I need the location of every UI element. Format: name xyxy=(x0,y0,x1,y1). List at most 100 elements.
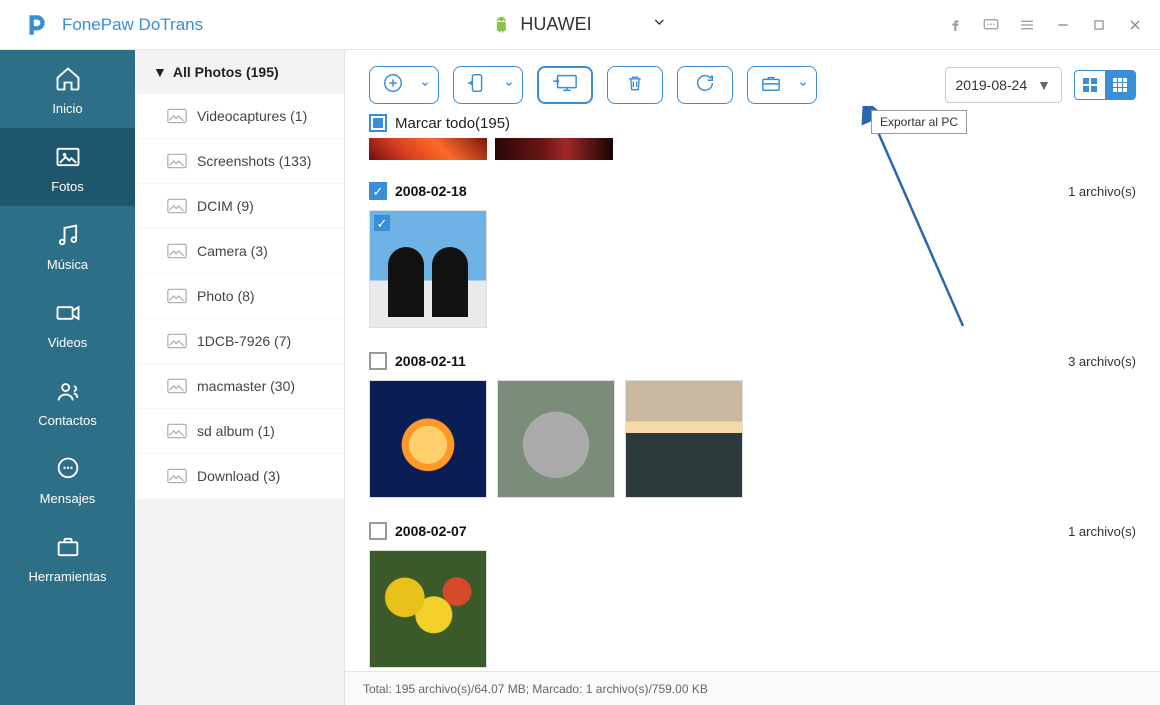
date-picker[interactable]: 2019-08-24 ▼ xyxy=(945,67,1062,103)
menu-icon[interactable] xyxy=(1010,8,1044,42)
group-count: 1 archivo(s) xyxy=(1068,524,1136,539)
trash-icon xyxy=(625,72,645,99)
maximize-button[interactable] xyxy=(1082,8,1116,42)
app-logo xyxy=(22,11,50,39)
folder-photo-icon xyxy=(167,333,187,349)
phone-export-icon xyxy=(454,72,496,99)
view-large-grid[interactable] xyxy=(1075,71,1105,99)
sidebar-header-label: All Photos (195) xyxy=(173,64,279,80)
sidebar-item[interactable]: Videocaptures (1) xyxy=(135,94,344,139)
nav-videos[interactable]: Videos xyxy=(0,284,135,362)
folder-photo-icon xyxy=(167,108,187,124)
refresh-icon xyxy=(694,72,716,99)
group-checkbox[interactable] xyxy=(369,522,387,540)
thumbnail[interactable] xyxy=(495,138,613,160)
add-button[interactable] xyxy=(369,66,439,104)
nav-musica[interactable]: Música xyxy=(0,206,135,284)
date-value: 2019-08-24 xyxy=(956,77,1028,93)
sidebar-item[interactable]: sd album (1) xyxy=(135,409,344,454)
android-icon xyxy=(492,15,510,35)
thumbnail[interactable] xyxy=(369,550,487,668)
delete-button[interactable] xyxy=(607,66,663,104)
pc-export-icon xyxy=(552,72,578,99)
sidebar-item-label: 1DCB-7926 (7) xyxy=(197,333,291,349)
nav-label: Herramientas xyxy=(28,569,106,584)
sidebar-item-label: Download (3) xyxy=(197,468,280,484)
photo-icon xyxy=(52,141,84,173)
app-title: FonePaw DoTrans xyxy=(62,15,203,35)
content-area: 2019-08-24 ▼ Exportar al PC Marcar todo(… xyxy=(345,50,1160,705)
thumbnail[interactable] xyxy=(369,138,487,160)
nav-mensajes[interactable]: Mensajes xyxy=(0,440,135,518)
titlebar: FonePaw DoTrans HUAWEI xyxy=(0,0,1160,50)
thumbnail[interactable] xyxy=(369,380,487,498)
minimize-button[interactable] xyxy=(1046,8,1080,42)
nav-label: Videos xyxy=(48,335,88,350)
group-date: 2008-02-07 xyxy=(395,523,467,539)
folder-photo-icon xyxy=(167,243,187,259)
thumbnail[interactable] xyxy=(369,210,487,328)
select-all-checkbox[interactable] xyxy=(369,114,387,132)
group-count: 3 archivo(s) xyxy=(1068,354,1136,369)
thumbnail[interactable] xyxy=(625,380,743,498)
sidebar-item-label: macmaster (30) xyxy=(197,378,295,394)
status-bar: Total: 195 archivo(s)/64.07 MB; Marcado:… xyxy=(345,671,1160,705)
photo-scroll[interactable]: 2008-02-18 1 archivo(s) 2008-02-11 3 arc… xyxy=(345,138,1160,671)
group-checkbox[interactable] xyxy=(369,182,387,200)
nav-fotos[interactable]: Fotos xyxy=(0,128,135,206)
briefcase-icon xyxy=(748,73,790,98)
album-sidebar: ▼ All Photos (195) Videocaptures (1) Scr… xyxy=(135,50,345,705)
sidebar-item[interactable]: Download (3) xyxy=(135,454,344,499)
nav-inicio[interactable]: Inicio xyxy=(0,50,135,128)
export-to-device-button[interactable] xyxy=(453,66,523,104)
group-count: 1 archivo(s) xyxy=(1068,184,1136,199)
nav-contactos[interactable]: Contactos xyxy=(0,362,135,440)
folder-photo-icon xyxy=(167,423,187,439)
tooltip-export-pc: Exportar al PC xyxy=(871,110,967,134)
triangle-down-icon: ▼ xyxy=(153,64,167,80)
device-selector[interactable]: HUAWEI xyxy=(492,14,667,35)
toolbox-button[interactable] xyxy=(747,66,817,104)
group-date: 2008-02-11 xyxy=(395,353,466,369)
plus-circle-icon xyxy=(370,72,412,99)
thumb-checkbox[interactable] xyxy=(374,215,390,231)
status-text: Total: 195 archivo(s)/64.07 MB; Marcado:… xyxy=(363,682,708,696)
nav-label: Música xyxy=(47,257,88,272)
chevron-down-icon xyxy=(790,76,816,94)
tools-icon xyxy=(52,531,84,563)
sidebar-item-label: Videocaptures (1) xyxy=(197,108,307,124)
sidebar-header[interactable]: ▼ All Photos (195) xyxy=(135,50,344,94)
sidebar-item[interactable]: Screenshots (133) xyxy=(135,139,344,184)
group-checkbox[interactable] xyxy=(369,352,387,370)
contacts-icon xyxy=(52,375,84,407)
folder-photo-icon xyxy=(167,198,187,214)
sidebar-item[interactable]: macmaster (30) xyxy=(135,364,344,409)
nav-label: Contactos xyxy=(38,413,97,428)
photo-group: 2008-02-18 1 archivo(s) xyxy=(369,176,1136,328)
facebook-icon[interactable] xyxy=(938,8,972,42)
video-icon xyxy=(52,297,84,329)
nav-label: Inicio xyxy=(52,101,82,116)
chevron-down-icon xyxy=(412,76,438,94)
refresh-button[interactable] xyxy=(677,66,733,104)
sidebar-item[interactable]: DCIM (9) xyxy=(135,184,344,229)
music-icon xyxy=(52,219,84,251)
sidebar-item[interactable]: Camera (3) xyxy=(135,229,344,274)
view-small-grid[interactable] xyxy=(1105,71,1135,99)
nav-herramientas[interactable]: Herramientas xyxy=(0,518,135,596)
sidebar-item-label: sd album (1) xyxy=(197,423,275,439)
select-all-label: Marcar todo(195) xyxy=(395,115,510,132)
chevron-down-icon xyxy=(496,76,522,94)
toolbar: 2019-08-24 ▼ Exportar al PC xyxy=(345,50,1160,114)
sidebar-item[interactable]: 1DCB-7926 (7) xyxy=(135,319,344,364)
sidebar-item-label: Screenshots (133) xyxy=(197,153,311,169)
sidebar-item-label: DCIM (9) xyxy=(197,198,254,214)
window-controls xyxy=(938,8,1152,42)
export-to-pc-button[interactable] xyxy=(537,66,593,104)
sidebar-item[interactable]: Photo (8) xyxy=(135,274,344,319)
folder-photo-icon xyxy=(167,288,187,304)
sidebar-item-label: Photo (8) xyxy=(197,288,255,304)
close-button[interactable] xyxy=(1118,8,1152,42)
thumbnail[interactable] xyxy=(497,380,615,498)
feedback-icon[interactable] xyxy=(974,8,1008,42)
